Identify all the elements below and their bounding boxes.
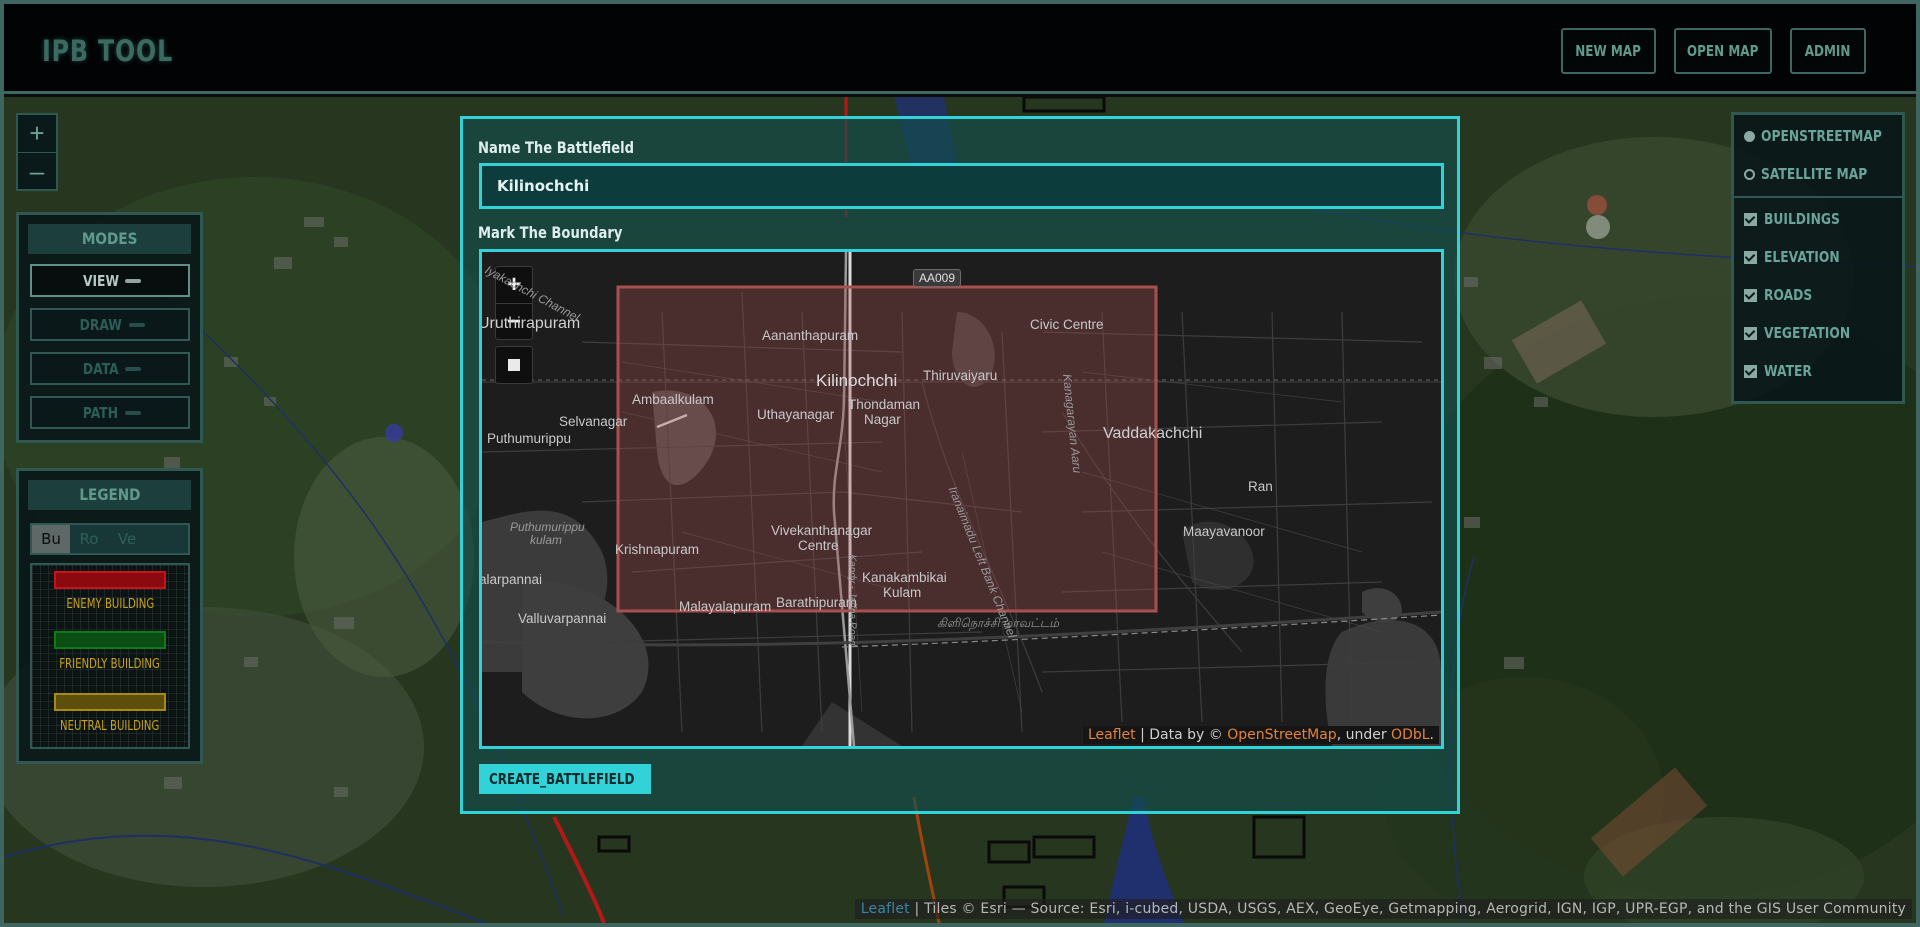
window-frame	[0, 0, 1920, 927]
